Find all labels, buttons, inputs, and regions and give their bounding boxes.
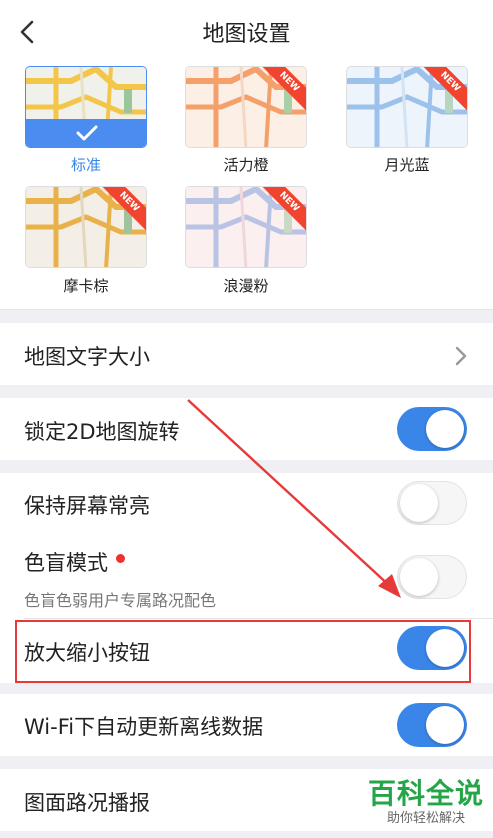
color-blind-mode-toggle[interactable] [397, 555, 467, 599]
page-title: 地图设置 [202, 22, 291, 47]
map-text-size-row[interactable]: 地图文字大小 [0, 323, 493, 385]
watermark-sub: 助你轻松解决 [386, 811, 465, 826]
toggle-knob [400, 558, 438, 596]
checkmark-icon [76, 125, 98, 141]
map-theme-section: 标准 NEW 活力橙 NEW 月光蓝 NEW 摩卡棕 NEW 浪漫粉 [0, 64, 493, 310]
keep-screen-on-label: 保持屏幕常亮 [24, 494, 150, 518]
selected-bar [26, 119, 146, 147]
divider [24, 618, 493, 619]
watermark-logo: 百科全说 助你轻松解决 [364, 778, 488, 828]
color-blind-mode-label: 色盲模式 [24, 547, 125, 577]
wifi-auto-update-label: Wi-Fi下自动更新离线数据 [24, 715, 264, 739]
keep-screen-on-toggle[interactable] [397, 481, 467, 525]
map-text-size-label: 地图文字大小 [24, 345, 150, 369]
lock-2d-rotation-toggle[interactable] [397, 407, 467, 451]
header-bar: 地图设置 [0, 0, 493, 64]
toggle-knob [426, 706, 464, 744]
watermark-main: 百科全说 [367, 777, 484, 810]
chevron-right-icon [455, 346, 467, 366]
toggle-knob [426, 410, 464, 448]
lock-2d-rotation-row: 锁定2D地图旋转 [0, 398, 493, 460]
theme-tile-mocha[interactable]: NEW [25, 186, 147, 268]
lock-2d-rotation-label: 锁定2D地图旋转 [24, 420, 180, 444]
highlight-box [15, 620, 471, 683]
toggle-knob [400, 484, 438, 522]
traffic-broadcast-label: 图面路况播报 [24, 791, 150, 815]
theme-tile-blue[interactable]: NEW [346, 66, 468, 148]
theme-label-pink: 浪漫粉 [223, 277, 269, 295]
theme-label-mocha: 摩卡棕 [63, 277, 109, 295]
new-dot [116, 553, 125, 563]
theme-tile-pink[interactable]: NEW [185, 186, 307, 268]
theme-label-standard: 标准 [70, 156, 101, 174]
theme-tile-orange[interactable]: NEW [185, 66, 307, 148]
wifi-auto-update-toggle[interactable] [397, 703, 467, 747]
theme-tile-standard[interactable] [25, 66, 147, 148]
theme-label-blue: 月光蓝 [384, 156, 430, 174]
theme-label-orange: 活力橙 [223, 156, 269, 174]
color-blind-mode-description: 色盲色弱用户专属路况配色 [24, 591, 217, 610]
wifi-auto-update-row: Wi-Fi下自动更新离线数据 [0, 694, 493, 756]
